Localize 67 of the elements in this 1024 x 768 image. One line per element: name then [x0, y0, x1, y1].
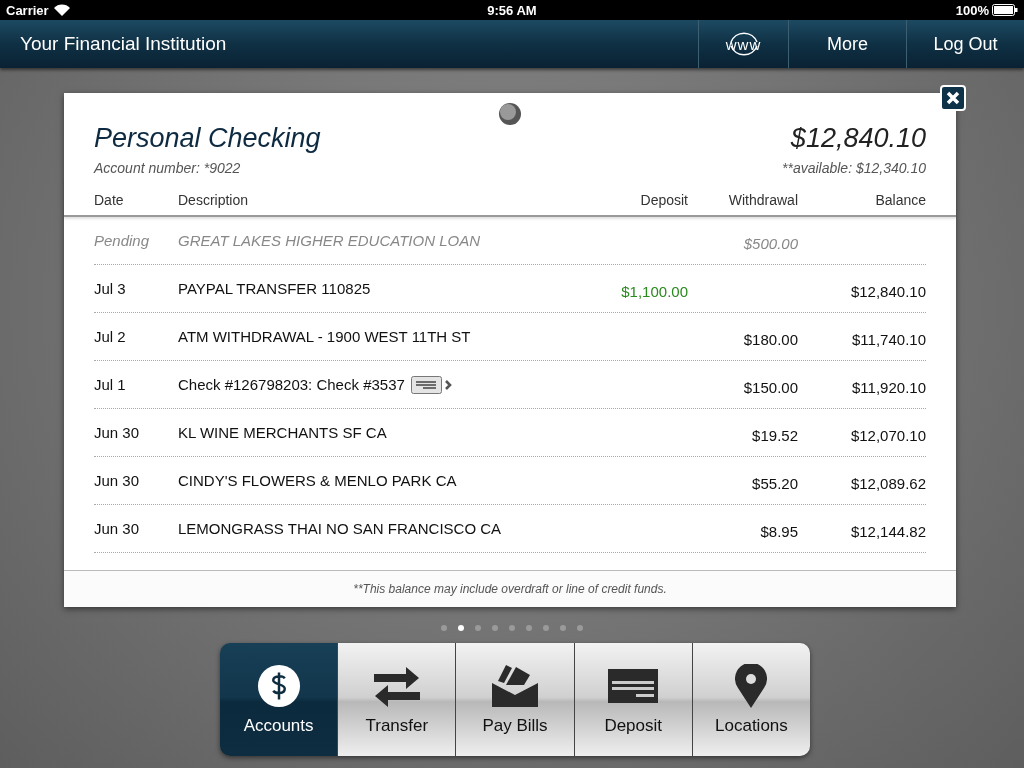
description-cell: Check #126798203: Check #3537	[178, 376, 405, 393]
tab[interactable]: Locations	[691, 643, 810, 756]
date-cell-text: Jul 2	[94, 328, 127, 345]
page-dot[interactable]	[509, 625, 515, 631]
close-button[interactable]	[940, 85, 966, 111]
balance-cell: $12,144.82	[850, 523, 926, 540]
tab[interactable]: Transfer	[337, 643, 456, 756]
withdrawal-cell: $500.00	[743, 235, 798, 252]
envelope-icon	[492, 663, 538, 708]
web-button[interactable]: www	[698, 20, 788, 68]
description-cell: GREAT LAKES HIGHER EDUCATION LOAN	[178, 232, 480, 249]
close-icon	[946, 91, 960, 105]
description-cell: KL WINE MERCHANTS SF CA	[178, 424, 387, 441]
page-dot[interactable]	[577, 625, 583, 631]
page-dot[interactable]	[492, 625, 498, 631]
tab[interactable]: Deposit	[573, 643, 692, 756]
column-header: Deposit	[640, 192, 688, 208]
description-cell: PAYPAL TRANSFER 110825	[178, 280, 371, 297]
wifi-icon	[53, 4, 70, 16]
battery-icon	[992, 4, 1018, 16]
date-cell-text: Pending	[94, 232, 151, 249]
battery-percent: 100%	[955, 2, 989, 18]
balance-cell: $12,070.10	[850, 427, 926, 444]
balance-cell: $12,089.62	[850, 475, 926, 492]
pin-icon	[497, 101, 523, 127]
withdrawal-cell: $19.52	[752, 427, 798, 444]
account-number: Account number: *9022	[94, 160, 242, 176]
page-dot[interactable]	[475, 625, 481, 631]
tab[interactable]: Pay Bills	[455, 643, 574, 756]
account-balance: $12,840.10	[790, 123, 926, 154]
balance-cell: $11,920.10	[852, 379, 926, 396]
deposit-cell: $1,100.00	[621, 283, 688, 300]
column-header: Date	[94, 192, 124, 208]
tab[interactable]: Accounts	[220, 643, 338, 756]
nav-button[interactable]: More	[788, 20, 906, 68]
withdrawal-cell: $150.00	[743, 379, 798, 396]
nav-button[interactable]: Log Out	[906, 20, 1024, 68]
date-cell-text: Jul 1	[94, 376, 127, 393]
clock: 9:56 AM	[487, 2, 537, 18]
withdrawal-cell: $8.95	[760, 523, 798, 540]
arc-icon	[727, 32, 761, 56]
date-cell-text: Jul 3	[94, 280, 127, 297]
date-cell-text: Jun 30	[94, 520, 141, 537]
page-dot[interactable]	[560, 625, 566, 631]
balance-cell: $11,740.10	[852, 331, 926, 348]
description-cell: LEMONGRASS THAI NO SAN FRANCISCO CA	[178, 520, 502, 537]
page-dot[interactable]	[441, 625, 447, 631]
date-cell-text: Jun 30	[94, 424, 141, 441]
column-header: Withdrawal	[728, 192, 798, 208]
page-dot[interactable]	[526, 625, 532, 631]
page-dot[interactable]	[458, 625, 464, 631]
account-name: Personal Checking	[94, 123, 321, 154]
withdrawal-cell: $55.20	[752, 475, 798, 492]
carrier-label: Carrier	[6, 2, 49, 18]
column-header: Balance	[875, 192, 926, 208]
date-cell-text: Jun 30	[94, 472, 141, 489]
app-title: Your Financial Institution	[20, 33, 227, 55]
footnote: **This balance may include overdraft or line of credit funds.	[353, 582, 667, 596]
balance-cell: $12,840.10	[850, 283, 926, 300]
dollar-icon	[255, 663, 302, 708]
description-cell: ATM WITHDRAWAL - 1900 WEST 11TH ST	[178, 328, 471, 345]
page-dot[interactable]	[543, 625, 549, 631]
description-cell: CINDY'S FLOWERS & MENLO PARK CA	[178, 472, 457, 489]
available-balance: **available: $12,340.10	[782, 160, 926, 176]
map-pin-icon	[735, 663, 768, 708]
withdrawal-cell: $180.00	[743, 331, 798, 348]
column-header: Description	[178, 192, 249, 208]
